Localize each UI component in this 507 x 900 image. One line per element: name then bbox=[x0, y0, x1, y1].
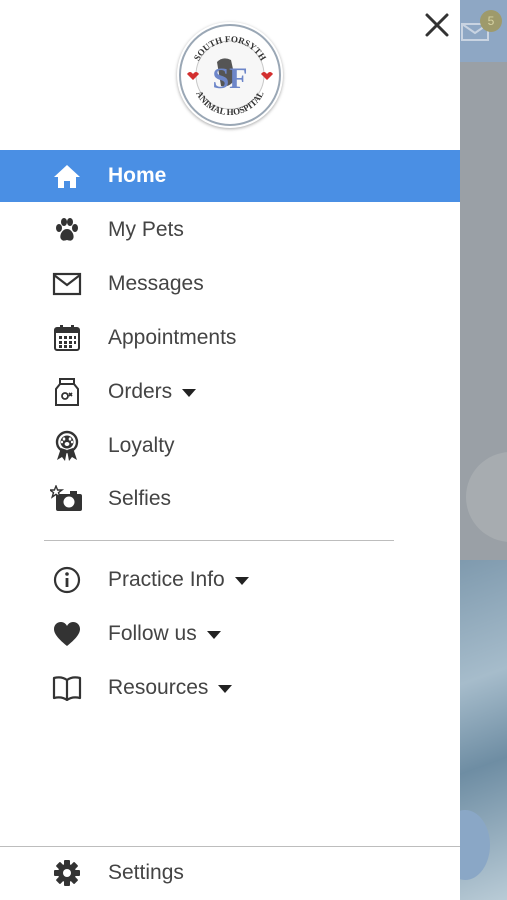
food-bag-icon bbox=[50, 375, 84, 409]
close-icon bbox=[425, 13, 449, 37]
menu-item-messages[interactable]: Messages bbox=[0, 258, 460, 310]
info-icon bbox=[50, 563, 84, 597]
menu-item-settings[interactable]: Settings bbox=[0, 847, 460, 899]
menu-item-label: Selfies bbox=[108, 487, 172, 510]
menu-item-home[interactable]: Home bbox=[0, 150, 460, 202]
ribbon-award-icon bbox=[50, 429, 84, 463]
menu-item-label: Messages bbox=[108, 272, 204, 295]
menu-item-label: My Pets bbox=[108, 218, 184, 241]
chevron-down-icon bbox=[234, 577, 249, 585]
camera-star-icon bbox=[50, 482, 84, 516]
chevron-down-icon bbox=[206, 631, 221, 639]
menu-item-orders[interactable]: Orders bbox=[0, 366, 460, 418]
heart-icon bbox=[50, 617, 84, 651]
menu-item-loyalty[interactable]: Loyalty bbox=[0, 420, 460, 472]
menu-item-label: Settings bbox=[108, 861, 184, 884]
logo-monogram: SF bbox=[212, 62, 247, 95]
background-header: 5 bbox=[460, 0, 507, 62]
gear-icon bbox=[50, 856, 84, 890]
practice-info-label-text: Practice Info bbox=[108, 568, 225, 591]
mail-badge: 5 bbox=[480, 10, 502, 32]
background-app: 5 bbox=[460, 0, 507, 900]
navigation-drawer: SOUTH FORSYTH ANIMAL HOSPITAL SF Home My… bbox=[0, 0, 460, 900]
practice-logo: SOUTH FORSYTH ANIMAL HOSPITAL SF bbox=[177, 22, 283, 128]
envelope-icon bbox=[50, 267, 84, 301]
menu-item-resources[interactable]: Resources bbox=[0, 662, 460, 714]
menu-item-label: Home bbox=[108, 164, 167, 187]
menu-item-follow-us[interactable]: Follow us bbox=[0, 608, 460, 660]
chevron-down-icon bbox=[182, 389, 197, 397]
menu-item-label: Resources bbox=[108, 676, 233, 700]
calendar-icon bbox=[50, 321, 84, 355]
paw-icon bbox=[50, 213, 84, 247]
menu-item-label: Follow us bbox=[108, 622, 221, 646]
menu-item-label: Appointments bbox=[108, 326, 237, 349]
orders-label-text: Orders bbox=[108, 380, 173, 403]
menu-item-appointments[interactable]: Appointments bbox=[0, 312, 460, 364]
menu-item-selfies[interactable]: Selfies bbox=[0, 473, 460, 525]
background-circle-button bbox=[466, 452, 507, 542]
menu-item-label: Orders bbox=[108, 380, 197, 404]
chevron-down-icon bbox=[218, 685, 233, 693]
menu-item-label: Practice Info bbox=[108, 568, 249, 592]
follow-us-label-text: Follow us bbox=[108, 622, 197, 645]
home-icon bbox=[50, 159, 84, 193]
menu-item-practice-info[interactable]: Practice Info bbox=[0, 554, 460, 606]
resources-label-text: Resources bbox=[108, 676, 209, 699]
menu-item-my-pets[interactable]: My Pets bbox=[0, 204, 460, 256]
menu-divider bbox=[44, 540, 394, 541]
close-button[interactable] bbox=[420, 8, 454, 42]
menu-item-label: Loyalty bbox=[108, 434, 175, 457]
book-icon bbox=[50, 671, 84, 705]
